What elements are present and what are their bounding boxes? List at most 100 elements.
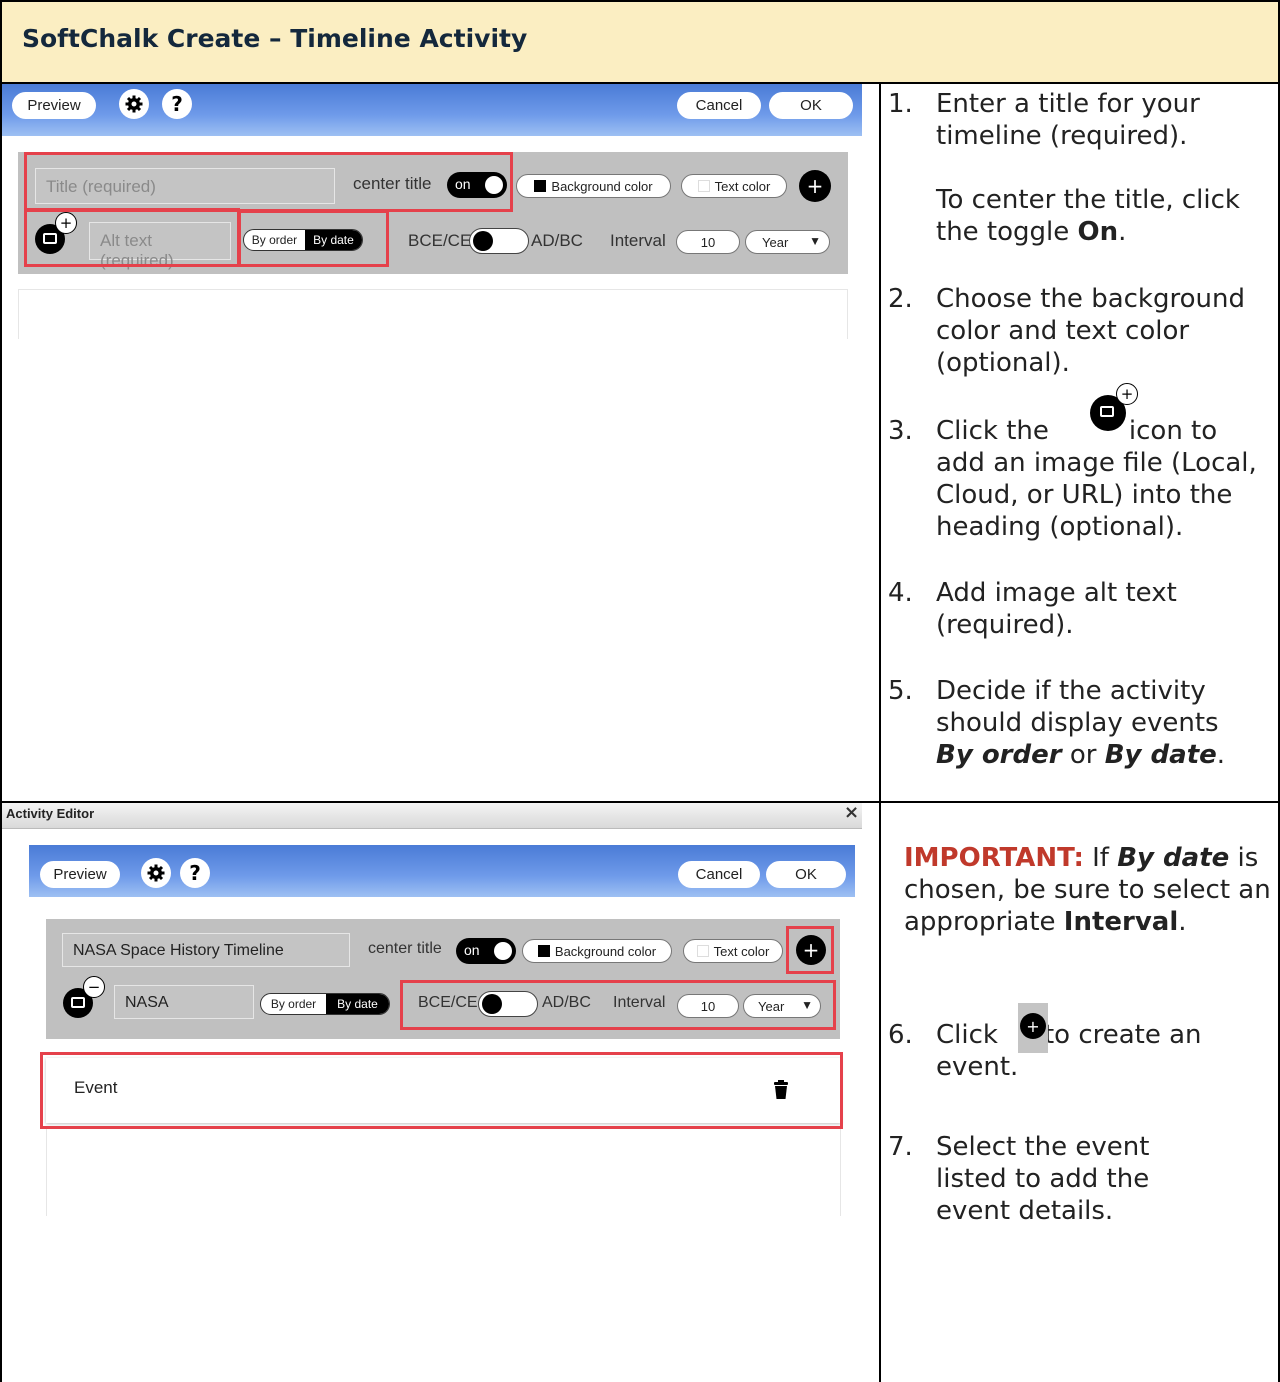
interval-label: Interval [610,231,666,250]
remove-image-icon[interactable]: − [63,976,105,1018]
emphasis: On [1077,217,1119,247]
add-event-button[interactable]: + [799,170,831,202]
window-title: Activity Editor [6,806,95,821]
page-title: SoftChalk Create – Timeline Activity [22,24,528,53]
plus-badge-icon: + [1116,383,1138,405]
step-text-a: Click the [936,416,1049,446]
step-text: Select the event listed to add the event… [936,1132,1150,1226]
highlight-title-row [24,152,513,212]
step-text-a: Decide if the activity should display ev… [936,676,1219,738]
by-date-option[interactable]: By date [325,994,389,1014]
step-5: 5. Decide if the activity should display… [888,675,1273,775]
color-swatch [537,945,550,957]
ok-button[interactable]: OK [769,92,853,119]
step-number: 4. [888,578,913,608]
step-number: 6. [888,1020,913,1050]
ok-button[interactable]: OK [766,861,846,888]
step-text: Click the icon to add an image file (Local… [936,415,1266,543]
era-toggle[interactable] [469,228,529,254]
highlight-image-alt [24,208,240,267]
step-text: Click to create an event. [936,1019,1266,1083]
gear-icon[interactable] [119,89,149,119]
step-text: . [1118,217,1127,247]
step-text-e: . [1216,740,1226,770]
step-text: Decide if the activity should display ev… [936,675,1256,771]
step-number: 2. [888,284,913,314]
background-color-button[interactable]: Background color [516,174,671,198]
step-text: Enter a title for your timeline (require… [936,89,1200,151]
toggle-on-label: on [464,942,480,958]
interval-unit-select[interactable]: Year ▼ [745,230,830,254]
by-order-option[interactable]: By order [261,994,326,1014]
image-icon [71,997,85,1008]
events-list [46,1127,841,1216]
order-mode-segmented[interactable]: By order By date [260,993,390,1015]
step-number: 1. [888,89,913,119]
emphasis: By date [1104,740,1217,770]
era-ad-label: AD/BC [531,231,583,250]
step-text-c: or [1061,740,1105,770]
step-number: 7. [888,1132,913,1162]
highlight-order-mode [238,210,389,267]
preview-button[interactable]: Preview [12,92,96,119]
highlight-add-event [786,926,834,974]
image-icon [1100,406,1114,417]
add-event-icon: + [1020,1013,1046,1039]
table-border-middle [879,82,881,1382]
preview-button[interactable]: Preview [40,861,120,888]
step-text-c: event. [936,1052,1019,1082]
text-color-button[interactable]: Text color [683,939,783,963]
highlight-event-item [40,1052,843,1129]
step-text-a: Click [936,1020,998,1050]
emphasis: Interval [1063,907,1179,937]
cancel-button[interactable]: Cancel [677,92,761,119]
step-text: Choose the background color and text col… [936,284,1245,378]
close-icon[interactable]: × [844,802,859,823]
background-color-label: Background color [551,178,653,194]
center-title-toggle[interactable]: on [456,938,516,964]
step-text-c: add an image file (Local, Cloud, or URL)… [936,448,1257,542]
minus-badge-icon: − [83,976,105,998]
help-icon-glyph: ? [171,92,183,116]
add-image-icon: + [1090,383,1138,431]
document-table: SoftChalk Create – Timeline Activity Pre… [0,0,1280,1382]
color-swatch [696,945,709,957]
emphasis: By order [936,740,1062,770]
color-swatch [697,180,710,192]
text-color-label: Text color [713,943,770,959]
step-6: 6. Click to create an event. [888,1019,1273,1089]
title-input[interactable]: NASA Space History Timeline [62,933,350,967]
help-icon[interactable]: ? [162,89,192,119]
toggle-knob [494,942,512,960]
era-bce-label: BCE/CE [408,231,472,250]
alt-text-input[interactable]: NASA [114,985,254,1019]
step-2: 2. Choose the background color and text … [888,283,1273,383]
window-titlebar [2,803,862,829]
step-number: 3. [888,416,913,446]
toggle-knob [473,231,493,251]
cancel-button[interactable]: Cancel [678,861,760,888]
center-title-label: center title [368,940,442,957]
help-icon[interactable]: ? [180,858,210,888]
step-7: 7. Select the event listed to add the ev… [888,1131,1273,1241]
table-border-top [0,0,1280,2]
step-4: 4. Add image alt text (required). [888,577,1273,647]
text-color-button[interactable]: Text color [681,174,787,198]
note-text: . [1178,907,1187,937]
chevron-down-icon: ▼ [809,234,821,248]
step-1: 1. Enter a title for your timeline (requ… [888,88,1273,168]
interval-input[interactable]: 10 [676,230,740,254]
important-note: IMPORTANT: If By date is chosen, be sure… [904,842,1276,1002]
interval-unit-value: Year [762,234,789,250]
gear-icon[interactable] [141,858,171,888]
step-3: 3. Click the icon to add an image file (Lo… [888,415,1273,565]
step-text-b: to create an [1043,1020,1202,1050]
step-text-b: icon to [1128,416,1218,446]
highlight-interval-row [400,980,836,1030]
emphasis: By date [1117,843,1230,873]
note-text: If [1083,843,1118,873]
header-row: SoftChalk Create – Timeline Activity [0,0,1280,83]
background-color-button[interactable]: Background color [522,939,672,963]
events-list [18,289,848,339]
color-swatch [534,180,547,192]
